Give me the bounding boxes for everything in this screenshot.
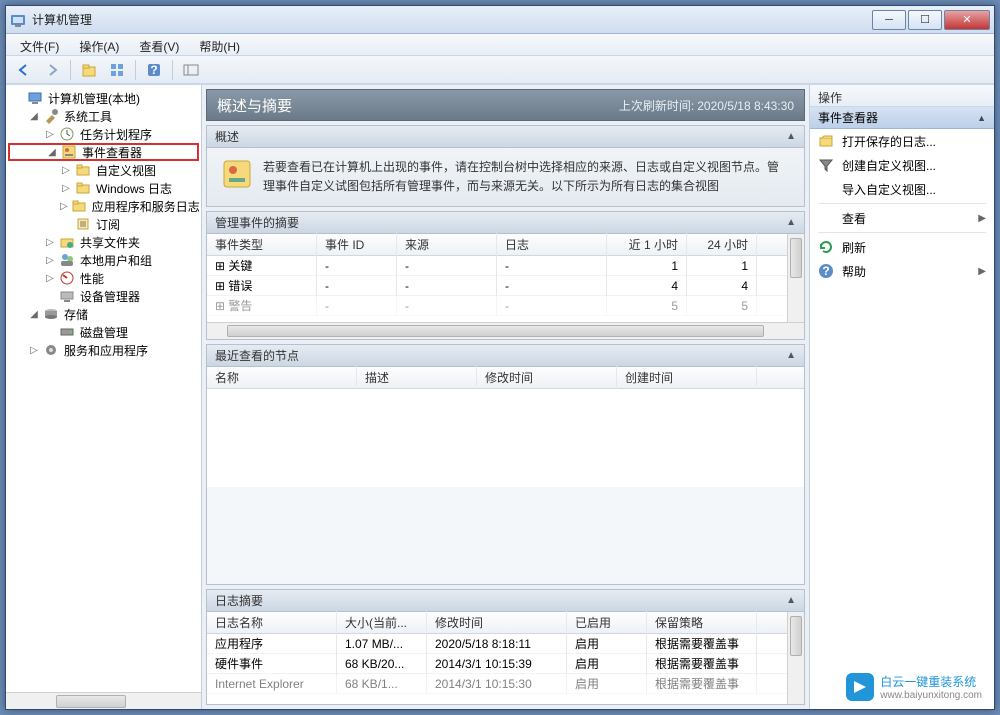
actions-pane: 操作 事件查看器▲ 打开保存的日志... 创建自定义视图... 导入自定义视图.… [809,85,994,709]
device-icon [59,288,75,304]
tree-task-scheduler[interactable]: ▷任务计划程序 [8,125,199,143]
horizontal-scrollbar[interactable] [207,322,804,339]
menu-view[interactable]: 查看(V) [129,34,189,55]
recent-header[interactable]: 最近查看的节点▲ [207,345,804,367]
event-viewer-icon [61,144,77,160]
app-window: 计算机管理 ─ ☐ ✕ 文件(F) 操作(A) 查看(V) 帮助(H) ? 计算… [5,5,995,710]
table-row[interactable]: 应用程序1.07 MB/...2020/5/18 8:18:11启用根据需要覆盖… [207,634,804,654]
navigation-tree[interactable]: 计算机管理(本地) ◢系统工具 ▷任务计划程序 ◢事件查看器 ▷自定义视图 ▷W… [6,85,202,709]
disk-icon [59,324,75,340]
open-icon [818,133,834,149]
window-title: 计算机管理 [32,11,870,28]
tree-scrollbar[interactable] [6,692,201,709]
tree-local-users[interactable]: ▷本地用户和组 [8,251,199,269]
menu-action[interactable]: 操作(A) [69,34,129,55]
close-button[interactable]: ✕ [944,10,990,30]
tree-disk-management[interactable]: 磁盘管理 [8,323,199,341]
watermark-icon [846,673,874,701]
clock-icon [59,126,75,142]
actions-header: 操作 [810,85,994,107]
center-title: 概述与摘要 [217,95,619,116]
users-icon [59,252,75,268]
summary-panel: 管理事件的摘要▲ 事件类型 事件 ID 来源 日志 近 1 小时 24 小时 ⊞… [206,211,805,340]
tree-root[interactable]: 计算机管理(本地) [8,89,199,107]
refresh-icon [818,239,834,255]
recent-panel: 最近查看的节点▲ 名称 描述 修改时间 创建时间 [206,344,805,585]
show-hide-button[interactable] [179,59,203,81]
overview-panel: 概述▲ 若要查看已在计算机上出现的事件，请在控制台树中选择相应的来源、日志或自定… [206,125,805,207]
table-row[interactable]: ⊞ 关键---11 [207,256,804,276]
filter-icon [818,157,834,173]
folder-icon [75,180,91,196]
table-row[interactable]: ⊞ 错误---44 [207,276,804,296]
watermark: 白云一键重装系统 www.baiyunxitong.com [846,673,982,701]
action-open-saved[interactable]: 打开保存的日志... [810,129,994,153]
action-import-view[interactable]: 导入自定义视图... [810,177,994,201]
tree-app-service-logs[interactable]: ▷应用程序和服务日志 [8,197,199,215]
overview-text: 若要查看已在计算机上出现的事件，请在控制台树中选择相应的来源、日志或自定义视图节… [263,158,790,196]
properties-button[interactable] [105,59,129,81]
maximize-button[interactable]: ☐ [908,10,942,30]
action-refresh[interactable]: 刷新 [810,235,994,259]
logs-panel: 日志摘要▲ 日志名称 大小(当前... 修改时间 已启用 保留策略 应用程序1.… [206,589,805,705]
tree-event-viewer[interactable]: ◢事件查看器 [8,143,199,161]
tree-storage[interactable]: ◢存储 [8,305,199,323]
tree-subscriptions[interactable]: 订阅 [8,215,199,233]
title-bar[interactable]: 计算机管理 ─ ☐ ✕ [6,6,994,34]
menu-bar: 文件(F) 操作(A) 查看(V) 帮助(H) [6,34,994,56]
tree-services-apps[interactable]: ▷服务和应用程序 [8,341,199,359]
storage-icon [43,306,59,322]
tree-performance[interactable]: ▷性能 [8,269,199,287]
folder-icon [75,162,91,178]
summary-columns[interactable]: 事件类型 事件 ID 来源 日志 近 1 小时 24 小时 [207,234,804,256]
tree-windows-logs[interactable]: ▷Windows 日志 [8,179,199,197]
menu-file[interactable]: 文件(F) [10,34,69,55]
back-button[interactable] [12,59,36,81]
center-pane: 概述与摘要 上次刷新时间: 2020/5/18 8:43:30 概述▲ 若要查看… [202,85,809,709]
actions-section[interactable]: 事件查看器▲ [810,107,994,129]
performance-icon [59,270,75,286]
services-icon [43,342,59,358]
minimize-button[interactable]: ─ [872,10,906,30]
recent-columns[interactable]: 名称 描述 修改时间 创建时间 [207,367,804,389]
action-create-view[interactable]: 创建自定义视图... [810,153,994,177]
tree-custom-views[interactable]: ▷自定义视图 [8,161,199,179]
overview-header[interactable]: 概述▲ [207,126,804,148]
center-header: 概述与摘要 上次刷新时间: 2020/5/18 8:43:30 [206,89,805,121]
svg-text:?: ? [822,264,829,278]
shared-folder-icon [59,234,75,250]
logs-header[interactable]: 日志摘要▲ [207,590,804,612]
computer-icon [27,90,43,106]
table-row[interactable]: 硬件事件68 KB/20...2014/3/1 10:15:39启用根据需要覆盖… [207,654,804,674]
vertical-scrollbar[interactable] [787,612,804,704]
toolbar: ? [6,56,994,84]
forward-button[interactable] [40,59,64,81]
summary-header[interactable]: 管理事件的摘要▲ [207,212,804,234]
action-view[interactable]: 查看▶ [810,206,994,230]
up-button[interactable] [77,59,101,81]
help-icon: ? [818,263,834,279]
tree-device-manager[interactable]: 设备管理器 [8,287,199,305]
logs-columns[interactable]: 日志名称 大小(当前... 修改时间 已启用 保留策略 [207,612,804,634]
app-icon [10,12,26,28]
tree-shared-folders[interactable]: ▷共享文件夹 [8,233,199,251]
vertical-scrollbar[interactable] [787,234,804,322]
table-row[interactable]: Internet Explorer68 KB/1...2014/3/1 10:1… [207,674,804,694]
svg-text:?: ? [150,63,157,77]
subscription-icon [75,216,91,232]
tools-icon [43,108,59,124]
action-help[interactable]: ?帮助▶ [810,259,994,283]
tree-system-tools[interactable]: ◢系统工具 [8,107,199,125]
table-row[interactable]: ⊞ 警告---55 [207,296,804,316]
overview-icon [221,158,253,190]
folder-icon [71,198,87,214]
menu-help[interactable]: 帮助(H) [189,34,250,55]
help-button[interactable]: ? [142,59,166,81]
